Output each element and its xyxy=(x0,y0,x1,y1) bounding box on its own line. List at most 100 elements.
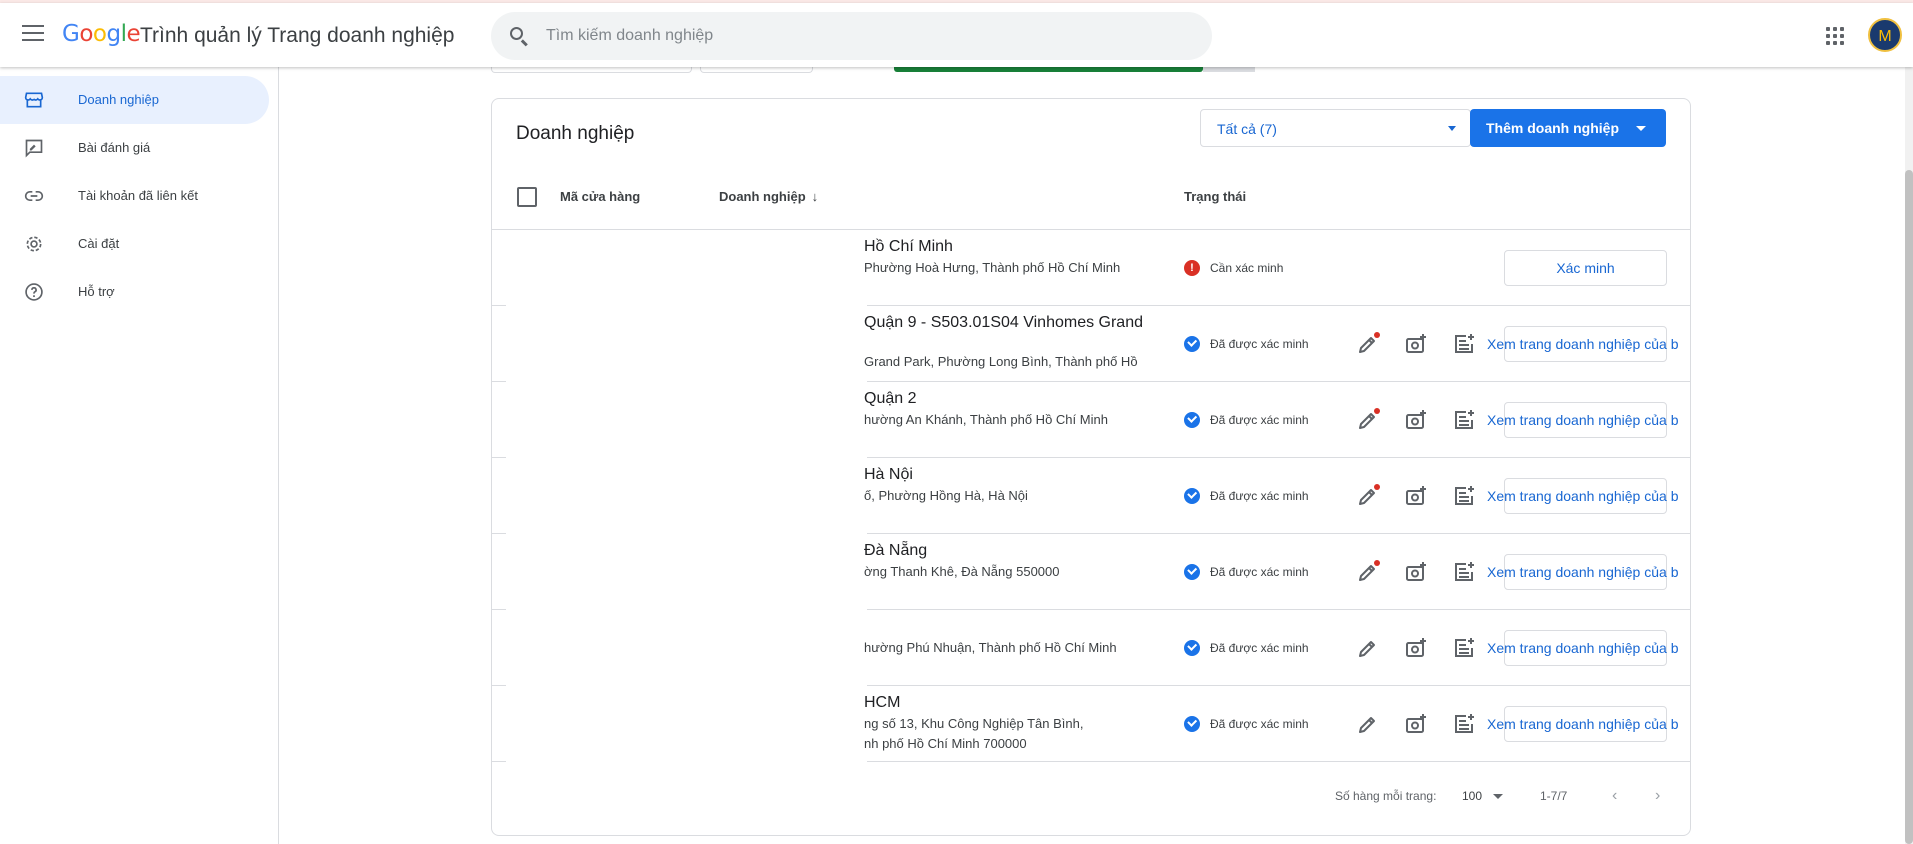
view-profile-button[interactable]: Xem trang doanh nghiệp của b xyxy=(1487,478,1678,514)
table-row[interactable]: Đà Nẵng ờng Thanh Khê, Đà Nẵng 550000 Đã … xyxy=(492,534,1690,610)
status-text: Đã được xác minh xyxy=(1210,641,1309,655)
table-row[interactable]: HCM ng số 13, Khu Công Nghiệp Tân Bình, nh… xyxy=(492,686,1690,762)
next-page-icon[interactable]: › xyxy=(1655,787,1660,805)
search-bar[interactable] xyxy=(491,12,1212,60)
table-row[interactable]: hường Phú Nhuận, Thành phố Hồ Chí Minh Đ… xyxy=(492,610,1690,686)
rows-per-page-value: 100 xyxy=(1462,789,1483,803)
verified-check-icon xyxy=(1184,412,1200,428)
business-name[interactable]: Quận 2 xyxy=(864,390,916,408)
add-photo-icon[interactable] xyxy=(1404,712,1428,736)
card-title: Doanh nghiệp xyxy=(516,123,635,144)
view-profile-button[interactable]: Xem trang doanh nghiệp của b xyxy=(1487,326,1678,362)
header-business-label: Doanh nghiệp xyxy=(719,189,806,204)
business-address: ng số 13, Khu Công Nghiệp Tân Bình, xyxy=(864,716,1084,731)
edit-pencil-icon[interactable] xyxy=(1356,408,1380,432)
search-input[interactable] xyxy=(546,12,1186,60)
business-name[interactable]: HCM xyxy=(864,694,900,712)
status-text: Đã được xác minh xyxy=(1210,413,1309,427)
edit-pencil-icon[interactable] xyxy=(1356,712,1380,736)
warning-icon xyxy=(1184,260,1200,276)
rows-per-page-select[interactable]: 100 xyxy=(1462,789,1504,803)
google-apps-icon[interactable] xyxy=(1826,27,1844,45)
add-post-icon[interactable] xyxy=(1452,484,1476,508)
header-business[interactable]: Doanh nghiệp ↓ xyxy=(719,189,818,204)
table-row[interactable]: Quận 9 - S503.01S04 Vinhomes Grand Grand … xyxy=(492,306,1690,382)
add-post-icon[interactable] xyxy=(1452,712,1476,736)
business-address: Phường Hoà Hưng, Thành phố Hồ Chí Minh xyxy=(864,260,1121,275)
sidebar-item-settings[interactable]: Cài đặt xyxy=(0,220,269,268)
sidebar-item-support[interactable]: Hỗ trợ xyxy=(0,268,269,316)
dropdown-arrow-icon xyxy=(1636,126,1646,131)
previous-page-icon[interactable]: ‹ xyxy=(1612,787,1617,805)
view-profile-label: Xem trang doanh nghiệp của b xyxy=(1487,412,1679,428)
sidebar: Doanh nghiệp Bài đánh giá Tài khoản đã l… xyxy=(0,67,279,844)
add-photo-icon[interactable] xyxy=(1404,484,1428,508)
add-photo-icon[interactable] xyxy=(1404,332,1428,356)
header-store-code[interactable]: Mã cửa hàng xyxy=(560,189,640,204)
search-icon[interactable] xyxy=(509,26,529,47)
sort-arrow-icon: ↓ xyxy=(811,189,819,204)
notification-dot xyxy=(1374,332,1380,338)
add-post-icon[interactable] xyxy=(1452,408,1476,432)
status-text: Đã được xác minh xyxy=(1210,337,1309,351)
edit-pencil-icon[interactable] xyxy=(1356,332,1380,356)
link-icon xyxy=(24,186,44,206)
notification-dot xyxy=(1374,560,1380,566)
business-address: Grand Park, Phường Long Bình, Thành phố … xyxy=(864,354,1138,369)
page-range: 1-7/7 xyxy=(1540,789,1568,803)
add-post-icon[interactable] xyxy=(1452,636,1476,660)
business-name[interactable]: Hà Nội xyxy=(864,466,913,484)
google-logo[interactable]: Google xyxy=(62,21,141,47)
toolbar-stub xyxy=(700,66,813,73)
sidebar-item-label: Doanh nghiệp xyxy=(78,92,159,107)
sidebar-item-reviews[interactable]: Bài đánh giá xyxy=(0,124,269,172)
edit-pencil-icon[interactable] xyxy=(1356,560,1380,584)
chevron-down-icon xyxy=(1493,794,1504,800)
table-row[interactable]: Quận 2 hường An Khánh, Thành phố Hồ Chí M… xyxy=(492,382,1690,458)
hamburger-menu-icon[interactable] xyxy=(22,25,44,43)
business-address: ố, Phường Hồng Hà, Hà Nội xyxy=(864,488,1028,503)
rows-per-page-label: Số hàng mỗi trang: xyxy=(1335,789,1437,803)
help-icon xyxy=(24,282,44,302)
view-profile-button[interactable]: Xem trang doanh nghiệp của b xyxy=(1487,630,1678,666)
view-profile-button[interactable]: Xem trang doanh nghiệp của b xyxy=(1487,706,1678,742)
add-business-button[interactable]: Thêm doanh nghiệp xyxy=(1470,109,1666,147)
notification-dot xyxy=(1374,408,1380,414)
business-name[interactable]: Hồ Chí Minh xyxy=(864,238,953,256)
business-name[interactable]: Đà Nẵng xyxy=(864,542,927,560)
view-profile-button[interactable]: Xem trang doanh nghiệp của b xyxy=(1487,554,1678,590)
add-photo-icon[interactable] xyxy=(1404,408,1428,432)
view-profile-button[interactable]: Xem trang doanh nghiệp của b xyxy=(1487,402,1678,438)
add-post-icon[interactable] xyxy=(1452,332,1476,356)
verify-button[interactable]: Xác minh xyxy=(1504,250,1667,286)
rate-review-icon xyxy=(24,138,44,158)
status-text: Đã được xác minh xyxy=(1210,489,1309,503)
view-profile-label: Xem trang doanh nghiệp của b xyxy=(1487,640,1679,656)
edit-pencil-icon[interactable] xyxy=(1356,484,1380,508)
notification-dot xyxy=(1374,484,1380,490)
avatar[interactable]: M xyxy=(1868,18,1902,52)
add-photo-icon[interactable] xyxy=(1404,560,1428,584)
scrollbar-thumb[interactable] xyxy=(1905,170,1913,844)
status-text: Cần xác minh xyxy=(1210,261,1284,275)
filter-dropdown[interactable]: Tất cả (7) xyxy=(1200,109,1471,147)
sidebar-item-label: Cài đặt xyxy=(78,236,120,251)
business-list-card: Doanh nghiệp Tất cả (7) Thêm doanh nghiệ… xyxy=(491,98,1691,836)
verified-check-icon xyxy=(1184,640,1200,656)
verify-label: Xác minh xyxy=(1556,260,1615,276)
row-divider xyxy=(492,761,506,762)
header-status: Trạng thái xyxy=(1184,189,1247,204)
add-post-icon[interactable] xyxy=(1452,560,1476,584)
table-row[interactable]: Hà Nội ố, Phường Hồng Hà, Hà Nội Đã được … xyxy=(492,458,1690,534)
verified-check-icon xyxy=(1184,564,1200,580)
status-badge: Cần xác minh xyxy=(1184,258,1354,278)
app-title: Trình quản lý Trang doanh nghiệp xyxy=(140,24,455,47)
sidebar-item-linked-accounts[interactable]: Tài khoản đã liên kết xyxy=(0,172,269,220)
business-name[interactable]: Quận 9 - S503.01S04 Vinhomes Grand xyxy=(864,314,1143,332)
edit-pencil-icon[interactable] xyxy=(1356,636,1380,660)
sidebar-item-businesses[interactable]: Doanh nghiệp xyxy=(0,76,269,124)
add-photo-icon[interactable] xyxy=(1404,636,1428,660)
select-all-checkbox[interactable] xyxy=(517,187,537,207)
storefront-icon xyxy=(24,90,44,110)
table-row[interactable]: Hồ Chí Minh Phường Hoà Hưng, Thành phố Hồ… xyxy=(492,230,1690,306)
